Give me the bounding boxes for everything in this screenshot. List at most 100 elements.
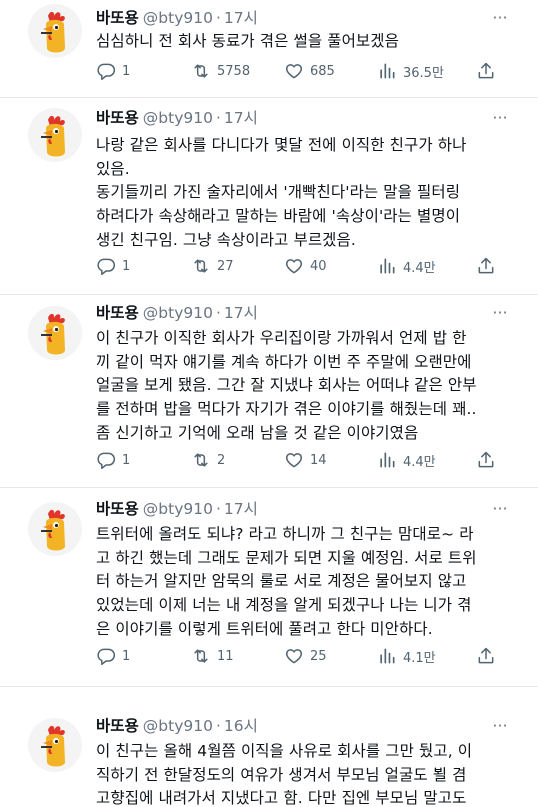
- views-button[interactable]: 36.5만: [377, 60, 444, 82]
- tweet-text: 심심하니 전 회사 동료가 겪은 썰을 풀어보겠음: [96, 30, 516, 54]
- views-chart-icon: [380, 452, 395, 468]
- like-count: 14: [310, 452, 327, 468]
- user-handle[interactable]: @bty910: [143, 9, 213, 27]
- views-button[interactable]: 4.1만: [377, 645, 436, 667]
- display-name[interactable]: 바또용: [96, 500, 139, 518]
- tweet-text-line: 터 하는거 알지만 암묵의 룰로 서로 계정은 물어보지 않고: [96, 572, 467, 591]
- tweet-actions: 1 5758 685 36.5만: [96, 60, 506, 82]
- tweet-header: 바또용 @bty910 · 17시: [96, 8, 258, 28]
- user-handle[interactable]: @bty910: [143, 500, 213, 518]
- reply-button[interactable]: 1: [96, 645, 130, 667]
- like-button[interactable]: 14: [284, 449, 327, 471]
- reply-button[interactable]: 1: [96, 449, 130, 471]
- heart-icon: [285, 453, 303, 468]
- tweet-text-line: 나랑 같은 회사를 다니다가 몇달 전에 이직한 친구가 하나: [96, 136, 467, 154]
- retweet-button[interactable]: 5758: [191, 60, 250, 82]
- reply-button[interactable]: 1: [96, 255, 130, 277]
- reply-count: 1: [122, 63, 131, 79]
- like-button[interactable]: 685: [284, 60, 335, 82]
- retweet-icon: [194, 649, 208, 663]
- tweet-divider: [0, 294, 538, 295]
- display-name[interactable]: 바또용: [96, 109, 139, 127]
- like-button[interactable]: 25: [284, 645, 327, 667]
- tweet-text-line: 트위터에 올려도 되냐? 라고 하니까 그 친구는 맘대로~ 라: [96, 525, 474, 543]
- user-handle[interactable]: @bty910: [143, 304, 213, 322]
- tweet-header: 바또용 @bty910 · 17시: [96, 108, 258, 128]
- tweet-text-line: 직하기 전 한달정도의 여유가 생겨서 부모님 얼굴도 뵐 겸: [96, 765, 467, 784]
- avatar[interactable]: [28, 502, 82, 556]
- heart-icon: [285, 64, 303, 79]
- share-icon: [478, 257, 494, 274]
- tweet-text-line: 하려다가 속상해라고 말하는 바람에 '속상이'라는 별명이: [96, 207, 461, 226]
- avatar[interactable]: [28, 718, 82, 772]
- retweet-button[interactable]: 11: [191, 645, 234, 667]
- tweet-text-line: 끼 같이 먹자 얘기를 계속 하다가 이번 주 주말에 오랜만에: [96, 352, 472, 371]
- tweet-text: 트위터에 올려도 되냐? 라고 하니까 그 친구는 맘대로~ 라고 하긴 했는데…: [96, 523, 516, 642]
- more-options-icon[interactable]: ···: [488, 305, 512, 321]
- tweet-text-line: 고 하긴 했는데 그래도 문제가 되면 지울 예정임. 서로 트위: [96, 548, 477, 567]
- views-chart-icon: [380, 63, 395, 79]
- tweet-text-line: 생긴 친구임. 그냥 속상이라고 부르겠음.: [96, 230, 356, 249]
- rooster-avatar-icon: [28, 718, 82, 772]
- tweet-divider: [0, 686, 538, 687]
- views-chart-icon: [380, 648, 395, 664]
- share-button[interactable]: [476, 255, 496, 277]
- avatar[interactable]: [28, 4, 82, 58]
- view-count: 4.1만: [403, 650, 436, 666]
- retweet-count: 5758: [217, 63, 251, 79]
- tweet-text-line: 심심하니 전 회사 동료가 겪은 썰을 풀어보겠음: [96, 32, 400, 50]
- reply-icon: [97, 452, 116, 470]
- retweet-button[interactable]: 27: [191, 255, 234, 277]
- views-button[interactable]: 4.4만: [377, 255, 436, 277]
- share-icon: [478, 62, 494, 79]
- tweet-text-line: 좀 신기하고 기억에 오래 남을 것 같은 이야기였음: [96, 423, 419, 442]
- view-count: 4.4만: [403, 454, 436, 470]
- tweet-text-line: 이 친구는 올해 4월쯤 이직을 사유로 회사를 그만 뒀고, 이: [96, 742, 473, 760]
- retweet-count: 11: [217, 648, 234, 664]
- view-count: 4.4만: [403, 260, 436, 276]
- retweet-button[interactable]: 2: [191, 449, 225, 471]
- timestamp[interactable]: 17시: [224, 304, 258, 322]
- display-name[interactable]: 바또용: [96, 304, 139, 322]
- timestamp[interactable]: 17시: [224, 500, 258, 518]
- retweet-icon: [194, 259, 208, 273]
- share-button[interactable]: [476, 60, 496, 82]
- like-count: 25: [310, 648, 327, 664]
- tweet-text-line: 얼굴을 보게 됐음. 그간 잘 지냈냐 회사는 어떠냐 같은 안부: [96, 376, 477, 395]
- more-options-icon[interactable]: ···: [488, 10, 512, 26]
- more-options-icon[interactable]: ···: [488, 718, 512, 734]
- tweet-text-line: 있음.: [96, 159, 130, 178]
- user-handle[interactable]: @bty910: [143, 717, 213, 735]
- like-count: 685: [310, 63, 335, 79]
- views-chart-icon: [380, 258, 395, 274]
- views-button[interactable]: 4.4만: [377, 449, 436, 471]
- tweet-text-line: 은 이야기를 이렇게 트위터에 풀려고 한다 미안하다.: [96, 619, 433, 638]
- timestamp[interactable]: 17시: [224, 9, 258, 27]
- tweet-text-line: 이 친구가 이직한 회사가 우리집이랑 가까워서 언제 밥 한: [96, 329, 467, 347]
- more-options-icon[interactable]: ···: [488, 110, 512, 126]
- reply-count: 1: [122, 258, 131, 274]
- share-button[interactable]: [476, 449, 496, 471]
- reply-icon: [97, 63, 116, 81]
- view-count: 36.5만: [403, 65, 444, 81]
- timestamp[interactable]: 17시: [224, 109, 258, 127]
- share-button[interactable]: [476, 645, 496, 667]
- like-button[interactable]: 40: [284, 255, 327, 277]
- tweet-text: 이 친구가 이직한 회사가 우리집이랑 가까워서 언제 밥 한끼 같이 먹자 얘…: [96, 327, 516, 446]
- avatar[interactable]: [28, 306, 82, 360]
- tweet-header: 바또용 @bty910 · 17시: [96, 499, 258, 519]
- tweet-text: 나랑 같은 회사를 다니다가 몇달 전에 이직한 친구가 하나 있음. 동기들끼리 …: [96, 134, 516, 253]
- tweet-actions: 1 2 14 4.4만: [96, 449, 506, 471]
- avatar[interactable]: [28, 108, 82, 162]
- tweet-header: 바또용 @bty910 · 17시: [96, 303, 258, 323]
- display-name[interactable]: 바또용: [96, 717, 139, 735]
- share-icon: [478, 451, 494, 468]
- retweet-count: 27: [217, 258, 234, 274]
- reply-button[interactable]: 1: [96, 60, 130, 82]
- separator-dot: ·: [215, 109, 221, 127]
- more-options-icon[interactable]: ···: [488, 501, 512, 517]
- tweet-divider: [0, 97, 538, 98]
- user-handle[interactable]: @bty910: [143, 109, 213, 127]
- timestamp[interactable]: 16시: [224, 717, 258, 735]
- display-name[interactable]: 바또용: [96, 9, 139, 27]
